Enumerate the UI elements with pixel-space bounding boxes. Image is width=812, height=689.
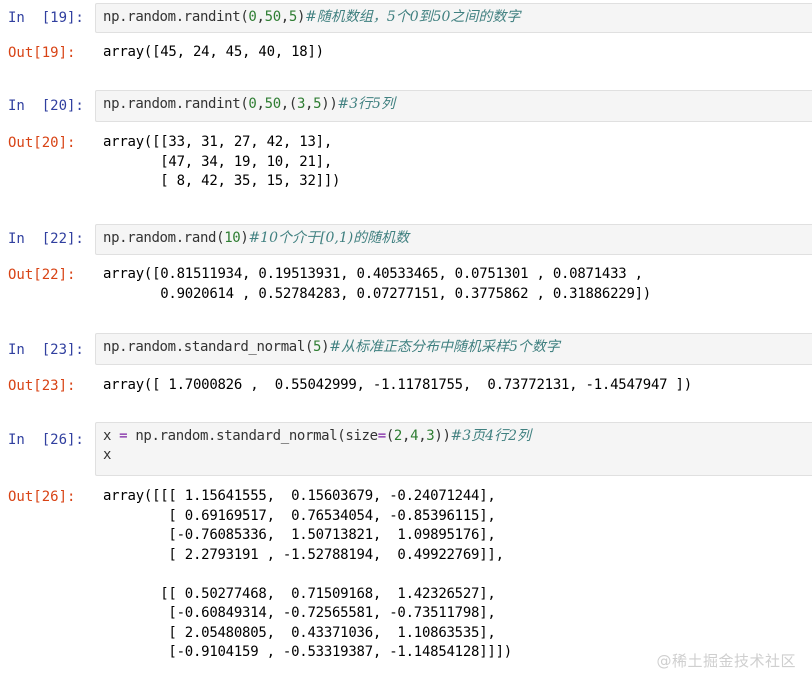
code-token: ) (296, 9, 306, 25)
output-prompt: Out[26]: (8, 489, 76, 505)
cell-output: array([45, 24, 45, 40, 18]) (103, 43, 803, 63)
code-token: , (402, 428, 411, 444)
output-text: array([0.81511934, 0.19513931, 0.4053346… (103, 266, 651, 302)
code-input-area[interactable]: np.random.randint(0,50,(3,5))#3行5列 (95, 90, 812, 122)
code-token: np.random.rand( (103, 230, 225, 246)
input-prompt: In [19]: (8, 10, 84, 26)
code-operator: = (377, 428, 386, 444)
input-prompt: In [20]: (8, 98, 84, 114)
code-comment: #3页4行2列 (450, 428, 531, 444)
cell-output: array([[[ 1.15641555, 0.15603679, -0.240… (103, 487, 803, 663)
cell-output: array([0.81511934, 0.19513931, 0.4053346… (103, 265, 803, 304)
code-token: np.random.randint( (103, 96, 249, 112)
code-token: )) (321, 96, 338, 112)
output-text: array([[[ 1.15641555, 0.15603679, -0.240… (103, 488, 512, 660)
output-prompt: Out[22]: (8, 267, 76, 283)
code-lines: np.random.standard_normal(5)#从标准正态分布中随机采… (103, 338, 812, 357)
input-prompt: In [26]: (8, 432, 84, 448)
code-token: x (103, 447, 112, 463)
cell-output: array([[33, 31, 27, 42, 13], [47, 34, 19… (103, 133, 803, 192)
code-token: ,( (280, 96, 298, 112)
code-input-area[interactable]: np.random.standard_normal(5)#从标准正态分布中随机采… (95, 333, 812, 365)
code-token: np.random.standard_normal(size (127, 428, 378, 444)
code-number: 50 (264, 96, 282, 112)
code-line: x = np.random.standard_normal(size=(2,4,… (103, 427, 812, 446)
code-number: 0 (248, 96, 257, 112)
output-prompt: Out[23]: (8, 378, 76, 394)
code-number: 10 (224, 230, 241, 246)
code-token: np.random.standard_normal( (103, 339, 314, 355)
code-lines: np.random.randint(0,50,(3,5))#3行5列 (103, 95, 812, 114)
output-prompt: Out[20]: (8, 135, 76, 151)
code-lines: x = np.random.standard_normal(size=(2,4,… (103, 427, 812, 465)
code-lines: np.random.randint(0,50,5)#随机数组，5个0到50之间的… (103, 8, 812, 27)
code-comment: #3行5列 (337, 96, 395, 112)
code-input-area[interactable]: x = np.random.standard_normal(size=(2,4,… (95, 422, 812, 476)
code-comment: #从标准正态分布中随机采样5个数字 (329, 339, 560, 355)
input-prompt: In [23]: (8, 342, 84, 358)
output-text: array([45, 24, 45, 40, 18]) (103, 44, 324, 60)
code-line: np.random.randint(0,50,(3,5))#3行5列 (103, 95, 812, 114)
output-text: array([ 1.7000826 , 0.55042999, -1.11781… (103, 377, 692, 393)
code-line: np.random.rand(10)#10个介于[0,1)的随机数 (103, 229, 812, 248)
output-prompt: Out[19]: (8, 45, 76, 61)
notebook: In [19]: np.random.randint(0,50,5)#随机数组，… (0, 0, 812, 689)
code-token: , (256, 9, 265, 25)
code-number: 4 (410, 428, 419, 444)
code-number: 50 (264, 9, 282, 25)
code-lines: np.random.rand(10)#10个介于[0,1)的随机数 (103, 229, 812, 248)
code-number: 5 (288, 9, 297, 25)
output-text: array([[33, 31, 27, 42, 13], [47, 34, 19… (103, 134, 341, 189)
code-token: x (103, 428, 120, 444)
code-token: )) (434, 428, 451, 444)
code-input-area[interactable]: np.random.rand(10)#10个介于[0,1)的随机数 (95, 224, 812, 255)
cell-output: array([ 1.7000826 , 0.55042999, -1.11781… (103, 376, 803, 396)
code-token: , (305, 96, 314, 112)
input-prompt: In [22]: (8, 231, 84, 247)
code-number: 3 (296, 96, 306, 112)
code-token: , (280, 9, 289, 25)
code-line: np.random.standard_normal(5)#从标准正态分布中随机采… (103, 338, 812, 357)
code-number: 2 (393, 428, 402, 444)
code-token: np.random.randint( (103, 9, 249, 25)
code-number: 5 (313, 339, 322, 355)
code-token: , (256, 96, 265, 112)
code-comment: #随机数组，5个0到50之间的数字 (305, 9, 521, 25)
code-comment: #10个介于[0,1)的随机数 (248, 230, 410, 246)
watermark: @稀土掘金技术社区 (656, 652, 796, 670)
code-line: x (103, 446, 812, 465)
code-token: ( (385, 428, 394, 444)
code-number: 0 (248, 9, 257, 25)
code-input-area[interactable]: np.random.randint(0,50,5)#随机数组，5个0到50之间的… (95, 3, 812, 33)
code-line: np.random.randint(0,50,5)#随机数组，5个0到50之间的… (103, 8, 812, 27)
